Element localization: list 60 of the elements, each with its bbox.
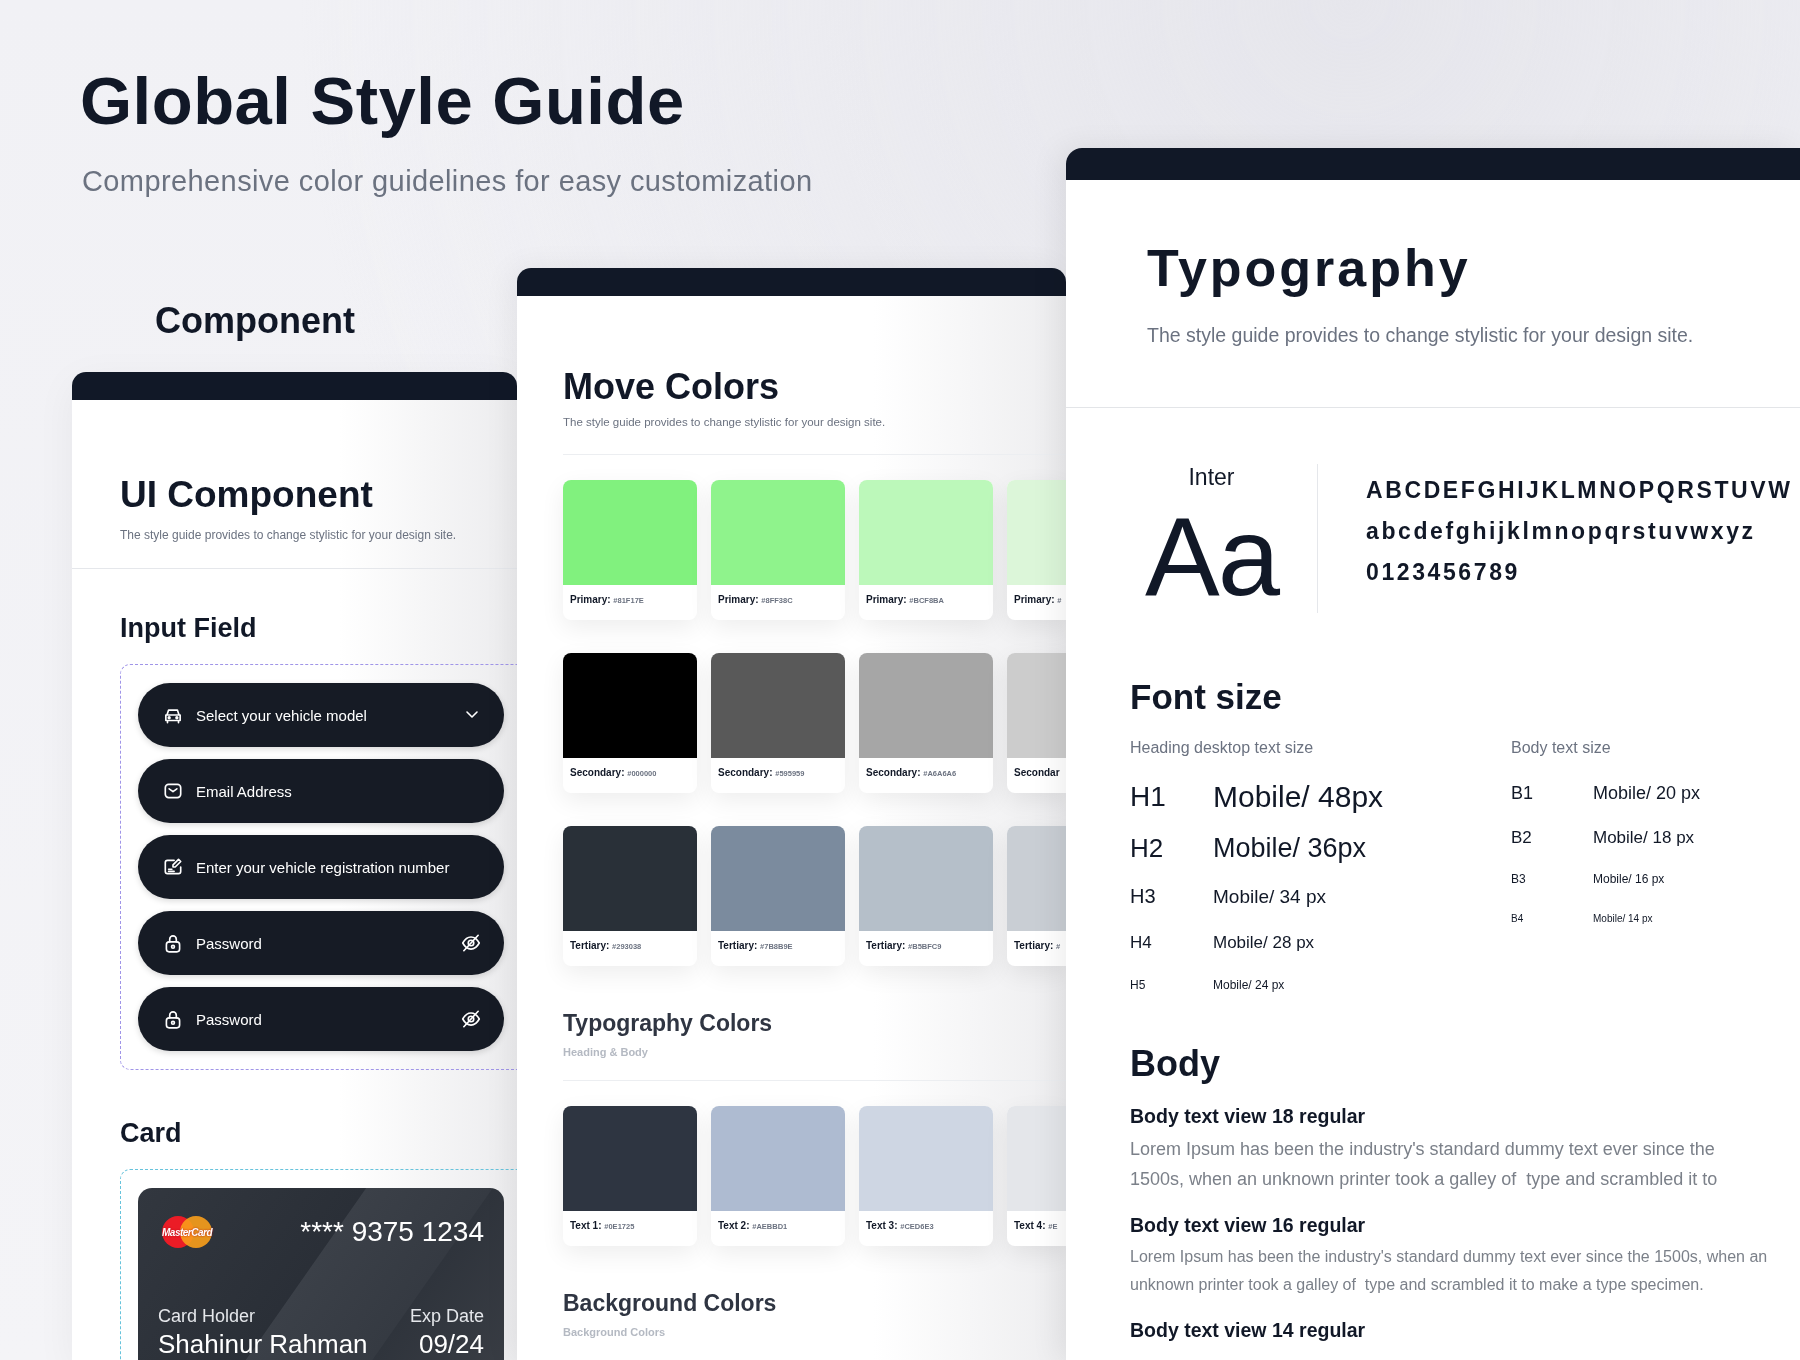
sample-paragraph: Lorem Ipsum has been the industry's standard dummy text ever since the 1500s, when an unknown printer took a galley of type and scrambled it to make a type specimen. bbox=[1130, 1247, 1769, 1295]
card-holder-label: Card Holder bbox=[158, 1306, 257, 1327]
size-value: Mobile/ 48px bbox=[1213, 780, 1384, 814]
expiry-label: Exp Date bbox=[409, 1306, 484, 1327]
size-label: H5 bbox=[1130, 978, 1147, 992]
section-note: Heading & Body bbox=[563, 1046, 649, 1058]
sample-title: Body text view 16 regular bbox=[1130, 1214, 1367, 1237]
size-label: H1 bbox=[1130, 781, 1167, 813]
section-heading: Body bbox=[1130, 1043, 1221, 1085]
size-value: Mobile/ 16 px bbox=[1593, 872, 1665, 886]
card-holder-name: Shahinur Rahman bbox=[158, 1329, 368, 1360]
panel-title: Typography bbox=[1147, 238, 1472, 298]
font-name: Inter bbox=[1188, 464, 1235, 491]
size-value: Mobile/ 24 px bbox=[1213, 978, 1285, 992]
card-number: **** 9375 1234 bbox=[300, 1216, 484, 1248]
eye-off-icon[interactable] bbox=[460, 932, 482, 954]
size-label: B2 bbox=[1511, 827, 1533, 848]
section-heading: Card bbox=[120, 1118, 183, 1149]
panel-subtitle: The style guide provides to change stylistic for your design site. bbox=[1147, 324, 1695, 347]
input-field[interactable]: Enter your vehicle registration number bbox=[138, 835, 504, 899]
page-subtitle: Comprehensive color guidelines for easy customization bbox=[82, 165, 813, 198]
eye-off-icon[interactable] bbox=[460, 1008, 482, 1030]
glyph-line: ABCDEFGHIJKLMNOPQRSTUVW bbox=[1366, 476, 1793, 505]
panel-subtitle: The style guide provides to change stylistic for your design site. bbox=[563, 416, 887, 428]
input-field[interactable]: Password bbox=[138, 987, 504, 1051]
expiry-date: 09/24 bbox=[417, 1329, 484, 1360]
sample-title: Body text view 14 regular bbox=[1130, 1319, 1367, 1342]
section-note: Background Colors bbox=[563, 1326, 667, 1338]
column-label: Heading desktop text size bbox=[1130, 739, 1315, 757]
size-value: Mobile/ 36px bbox=[1213, 832, 1367, 864]
size-label: B1 bbox=[1511, 783, 1535, 804]
size-value: Mobile/ 18 px bbox=[1593, 827, 1695, 848]
sample-title: Body text view 18 regular bbox=[1130, 1105, 1367, 1128]
select-field[interactable]: Select your vehicle model bbox=[138, 683, 504, 747]
input-field[interactable]: Password bbox=[138, 911, 504, 975]
size-label: B3 bbox=[1511, 872, 1527, 886]
panel-title: Move Colors bbox=[563, 366, 781, 408]
section-heading: Font size bbox=[1130, 677, 1283, 717]
size-label: H3 bbox=[1130, 885, 1157, 908]
size-value: Mobile/ 28 px bbox=[1213, 932, 1315, 953]
size-label: B4 bbox=[1511, 912, 1525, 924]
glyph-line: 0123456789 bbox=[1366, 558, 1521, 587]
swatch-caption: Secondar bbox=[1013, 766, 1061, 778]
size-value: Mobile/ 20 px bbox=[1593, 783, 1701, 804]
font-sample: Aa bbox=[1145, 501, 1278, 613]
size-label: H4 bbox=[1130, 932, 1153, 953]
page-title: Global Style Guide bbox=[80, 62, 686, 139]
column-label: Body text size bbox=[1511, 739, 1612, 757]
panel-title: UI Component bbox=[120, 474, 374, 516]
glyph-line: abcdefghijklmnopqrstuvwxyz bbox=[1366, 517, 1757, 546]
size-value: Mobile/ 34 px bbox=[1213, 885, 1326, 908]
size-value: Mobile/ 14 px bbox=[1593, 912, 1653, 924]
section-label: Component bbox=[155, 300, 356, 342]
section-heading: Typography Colors bbox=[563, 1010, 774, 1037]
input-field[interactable]: Email Address bbox=[138, 759, 504, 823]
section-heading: Background Colors bbox=[563, 1290, 778, 1317]
panel-subtitle: The style guide provides to change stylistic for your design site. bbox=[120, 528, 458, 542]
size-label: H2 bbox=[1130, 832, 1165, 864]
section-heading: Input Field bbox=[120, 613, 258, 644]
sample-paragraph: Lorem Ipsum has been the industry's standard dummy text ever since the 1500s, when an unknown printer took a galley of type and scrambled it to bbox=[1130, 1138, 1719, 1191]
